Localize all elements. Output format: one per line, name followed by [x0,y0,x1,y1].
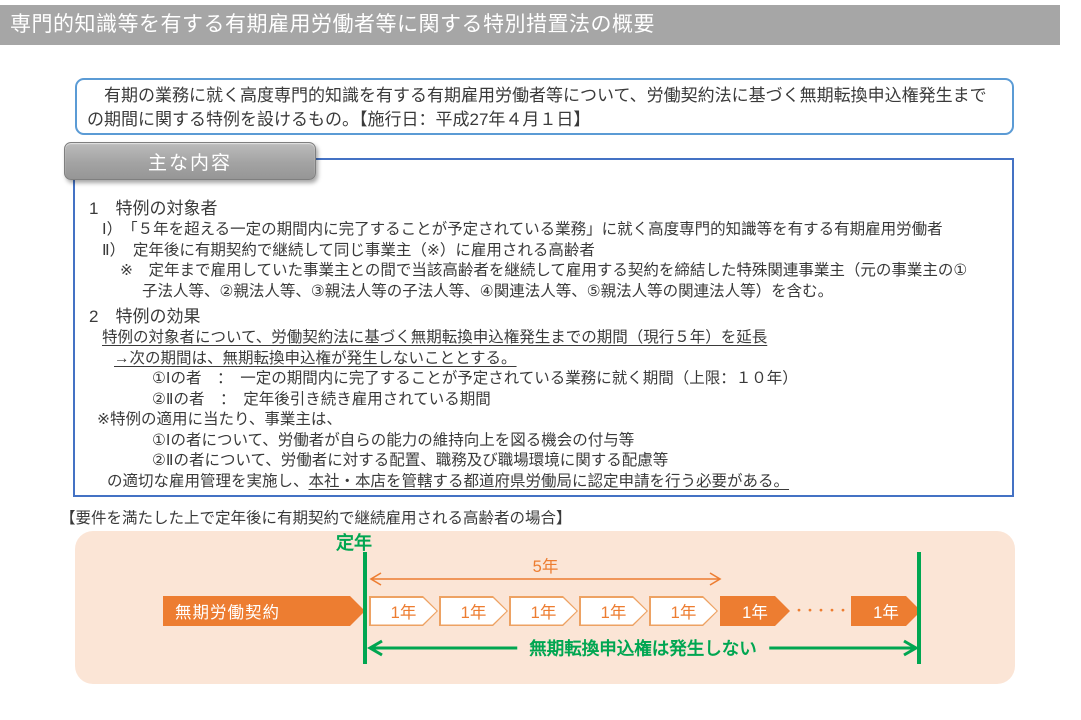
content-line-underlined: 本社・本店を管轄する都道府県労働局に認定申請を行う必要がある。 [309,473,790,490]
content-line: ①Ⅰの者 ： 一定の期間内に完了することが予定されている業務に就く期間（上限：１… [152,369,998,390]
five-year-span-arrow [368,571,723,587]
content-line: 子法人等、②親法人等、③親法人等の子法人等、④関連法人等、⑤親法人等の関連法人等… [142,282,998,303]
section2-heading: 2 特例の効果 [89,305,998,328]
content-line: ②Ⅱの者 ： 定年後引き続き雇用されている期間 [152,390,998,411]
intro-summary-text: 有期の業務に就く高度専門的知識を有する有期雇用労働者等について、労働契約法に基づ… [87,86,987,129]
year-chevron-label: 1年 [581,598,647,625]
slide-page: 専門的知識等を有する有期雇用労働者等に関する特別措置法の概要 有期の業務に就く高… [0,0,1081,720]
content-line: 特例の対象者について、労働契約法に基づく無期転換申込権発生までの期間（現行５年）… [102,328,998,349]
year-chevron-label: 1年 [371,598,437,625]
main-contents-button: 主な内容 [64,142,316,180]
indefinite-contract-arrow: 無期労働契約 [163,596,365,626]
content-line: ②Ⅱの者について、労働者に対する配置、職務及び職場環境に関する配慮等 [152,451,998,472]
intro-summary-box: 有期の業務に就く高度専門的知識を有する有期雇用労働者等について、労働契約法に基づ… [75,78,1014,135]
ellipsis-dots: ・・・・・ [792,596,850,626]
content-line: ①Ⅰの者について、労働者が自らの能力の維持向上を図る機会の付与等 [152,431,998,452]
year-chevron-label: 1年 [441,598,507,625]
diagram-caption: 【要件を満たした上で定年後に有期契約で継続雇用される高齢者の場合】 [60,506,572,528]
page-title: 専門的知識等を有する有期雇用労働者等に関する特別措置法の概要 [0,5,1060,45]
year-chevron-label: 1年 [651,598,717,625]
no-conversion-label: 無期転換申込権は発生しない [517,636,769,661]
content-line: Ⅱ） 定年後に有期契約で継続して同じ事業主（※）に雇用される高齢者 [102,241,998,262]
content-line: →次の期間は、無期転換申込権が発生しないこととする。 [114,349,998,370]
content-line: の適切な雇用管理を実施し、本社・本店を管轄する都道府県労働局に認定申請を行う必要… [107,472,998,493]
main-contents-box: 1 特例の対象者 Ⅰ） 「５年を超える一定の期間内に完了することが予定されている… [73,158,1014,497]
content-line: ※特例の適用に当たり、事業主は、 [97,410,998,431]
content-line: ※ 定年まで雇用していた事業主との間で当該高齢者を継続して雇用する契約を締結した… [120,261,998,282]
content-line-prefix: の適切な雇用管理を実施し、 [107,473,309,490]
year-chevron-label: 1年 [511,598,577,625]
year-chevron-solid: 1年 [851,596,921,626]
content-line: Ⅰ） 「５年を超える一定の期間内に完了することが予定されている業務」に就く高度専… [102,220,998,241]
no-conversion-span-arrow: 無期転換申込権は発生しない [366,638,920,658]
year-chevron-solid: 1年 [720,596,790,626]
section1-heading: 1 特例の対象者 [89,197,998,220]
